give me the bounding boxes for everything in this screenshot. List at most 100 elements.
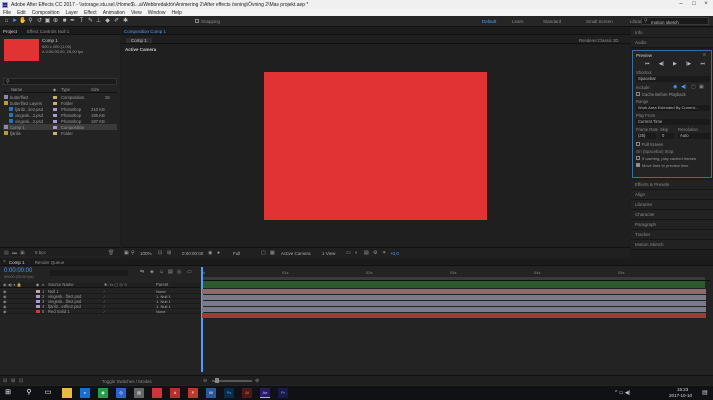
layer-duration-bar[interactable] (202, 301, 706, 306)
if-caching-checkbox[interactable] (636, 156, 640, 160)
roto-brush-icon[interactable]: ✐ (113, 18, 120, 25)
panel-paragraph[interactable]: Paragraph (631, 220, 713, 230)
region-interest-icon[interactable]: ▢ (261, 250, 266, 256)
quality-select[interactable]: Full (233, 251, 240, 256)
zoom-slider-handle[interactable] (215, 378, 219, 383)
search-help-box[interactable]: ⚲ motion sketch (641, 17, 709, 25)
next-frame-icon[interactable]: |▶ (686, 61, 691, 67)
shy-layers-icon[interactable]: ☺ (159, 269, 164, 275)
tab-comp-1[interactable]: Comp 1 (9, 260, 25, 265)
workspace-standard[interactable]: Standard (543, 18, 561, 25)
menu-effect[interactable]: Effect (84, 10, 97, 16)
timeline-timecode[interactable]: 0:00:00:00 (4, 268, 32, 274)
fit-icon[interactable]: ⊡ (158, 250, 162, 256)
rotate-tool-icon[interactable]: ↺ (36, 18, 43, 25)
list-item[interactable]: vingesk...2.psd Photoshop 187 KB (3, 118, 117, 124)
layer-duration-bar[interactable] (202, 289, 706, 294)
home-icon[interactable]: ⌂ (3, 18, 10, 25)
include-video-icon[interactable]: ◉ (673, 84, 677, 90)
zoom-out-icon[interactable]: ⊖ (203, 378, 207, 384)
camera-tool-icon[interactable]: ▣ (44, 18, 51, 25)
menu-animation[interactable]: Animation (103, 10, 125, 16)
col-name[interactable]: Name (3, 87, 53, 92)
menu-help[interactable]: Help (171, 10, 181, 16)
cache-before-checkbox[interactable] (636, 92, 640, 96)
timeline-link-icon[interactable]: ▤ (364, 250, 369, 256)
after-effects-icon[interactable]: Ae (260, 388, 270, 398)
clock-date[interactable]: 2017-10-10 (669, 393, 692, 398)
brush-tool-icon[interactable]: ✎ (87, 18, 94, 25)
flowchart-icon[interactable]: ⚙ (373, 250, 377, 256)
zoom-slider[interactable] (212, 378, 252, 383)
maximize-icon[interactable]: □ (688, 0, 700, 9)
col-parent[interactable]: Parent (156, 282, 186, 287)
search-icon[interactable]: ⚲ (24, 388, 34, 398)
full-screen-checkbox[interactable] (636, 142, 640, 146)
play-icon[interactable]: ▶ (673, 61, 677, 67)
tab-render-queue[interactable]: Render Queue (35, 260, 65, 265)
work-area-bar[interactable] (201, 277, 705, 280)
panel-menu-icon[interactable]: ≡ (703, 52, 706, 58)
comp-subtab[interactable]: Comp 1 (126, 37, 152, 43)
move-time-checkbox[interactable] (636, 163, 640, 167)
pan-behind-tool-icon[interactable]: ⊕ (52, 18, 59, 25)
tab-effect-controls[interactable]: Effect Controls Null 1 (27, 29, 69, 34)
resolution-select[interactable]: Auto (678, 133, 710, 139)
eye-icon[interactable]: ◉ (0, 309, 36, 314)
layer-name[interactable]: Red Solid 1 (48, 309, 104, 314)
label-swatch[interactable] (36, 289, 40, 293)
windows-start-icon[interactable]: ⊞ (3, 388, 13, 398)
expand-stretch-icon[interactable]: ⊡ (19, 378, 23, 384)
comp-timecode[interactable]: 0:00:00:00 (182, 251, 203, 256)
renderer-value[interactable]: Classic 3D (598, 38, 619, 43)
search-help-input[interactable]: motion sketch (651, 20, 679, 25)
first-frame-icon[interactable]: ⏮ (645, 61, 650, 67)
rectangle-tool-icon[interactable]: ■ (61, 18, 68, 25)
puppet-pin-icon[interactable]: ✱ (122, 18, 129, 25)
layer-row[interactable]: ◉ 5 Red Solid 1 ⁄ None (0, 309, 200, 314)
panel-align[interactable]: Align (631, 190, 713, 200)
timeline-search-input[interactable] (50, 270, 128, 276)
workspace-default[interactable]: Default (482, 18, 496, 25)
menu-layer[interactable]: Layer (65, 10, 78, 16)
menu-edit[interactable]: Edit (17, 10, 26, 16)
label-swatch[interactable] (36, 309, 40, 313)
menu-window[interactable]: Window (148, 10, 166, 16)
layer-duration-bar[interactable] (202, 307, 706, 312)
toggle-pixel-icon[interactable]: ▭ (346, 250, 351, 256)
premiere-icon[interactable]: Pr (278, 388, 288, 398)
layer-switches-icon[interactable]: ⁄ (104, 309, 156, 314)
powerpoint-icon[interactable]: P (188, 388, 198, 398)
acrobat-icon[interactable]: A (170, 388, 180, 398)
app-icon-red[interactable] (152, 388, 162, 398)
exposure-icon[interactable]: ✶ (382, 250, 386, 256)
snapshot-icon[interactable]: ◉ (208, 250, 212, 256)
expand-transfer-controls-icon[interactable]: ⊞ (11, 378, 15, 384)
app-icon-blue[interactable]: ◎ (116, 388, 126, 398)
include-layer-controls-icon[interactable]: ▣ (699, 84, 704, 90)
edge-icon[interactable]: e (80, 388, 90, 398)
close-icon[interactable]: × (700, 0, 712, 9)
list-item[interactable]: vingesk...2.psd Photoshop 185 KB (3, 112, 117, 118)
zoom-select[interactable]: 100% (140, 251, 152, 256)
minimize-icon[interactable]: – (675, 0, 687, 9)
layer-duration-bar[interactable] (202, 295, 706, 300)
view-layout-select[interactable]: 1 View (322, 251, 335, 256)
menu-file[interactable]: File (3, 10, 11, 16)
snapping-checkbox[interactable] (195, 19, 199, 23)
panel-info[interactable]: Info (631, 28, 713, 38)
zoom-tool-icon[interactable]: ⚲ (27, 18, 34, 25)
notifications-icon[interactable]: ▤ (702, 389, 708, 396)
word-icon[interactable]: W (206, 388, 216, 398)
panel-libraries[interactable]: Libraries (631, 200, 713, 210)
new-folder-icon[interactable]: ▬ (12, 250, 17, 256)
exposure-value[interactable]: +0,0 (390, 251, 399, 256)
tab-composition[interactable]: Composition Comp 1 (124, 29, 166, 34)
prev-frame-icon[interactable]: ◀| (659, 61, 664, 67)
label-swatch[interactable] (36, 299, 40, 303)
bpc-label[interactable]: 8 bpc (35, 250, 46, 255)
label-swatch[interactable] (36, 294, 40, 298)
menu-view[interactable]: View (131, 10, 142, 16)
shortcut-select[interactable]: Spacebar (636, 76, 710, 82)
close-tab-icon[interactable]: × (3, 259, 6, 265)
